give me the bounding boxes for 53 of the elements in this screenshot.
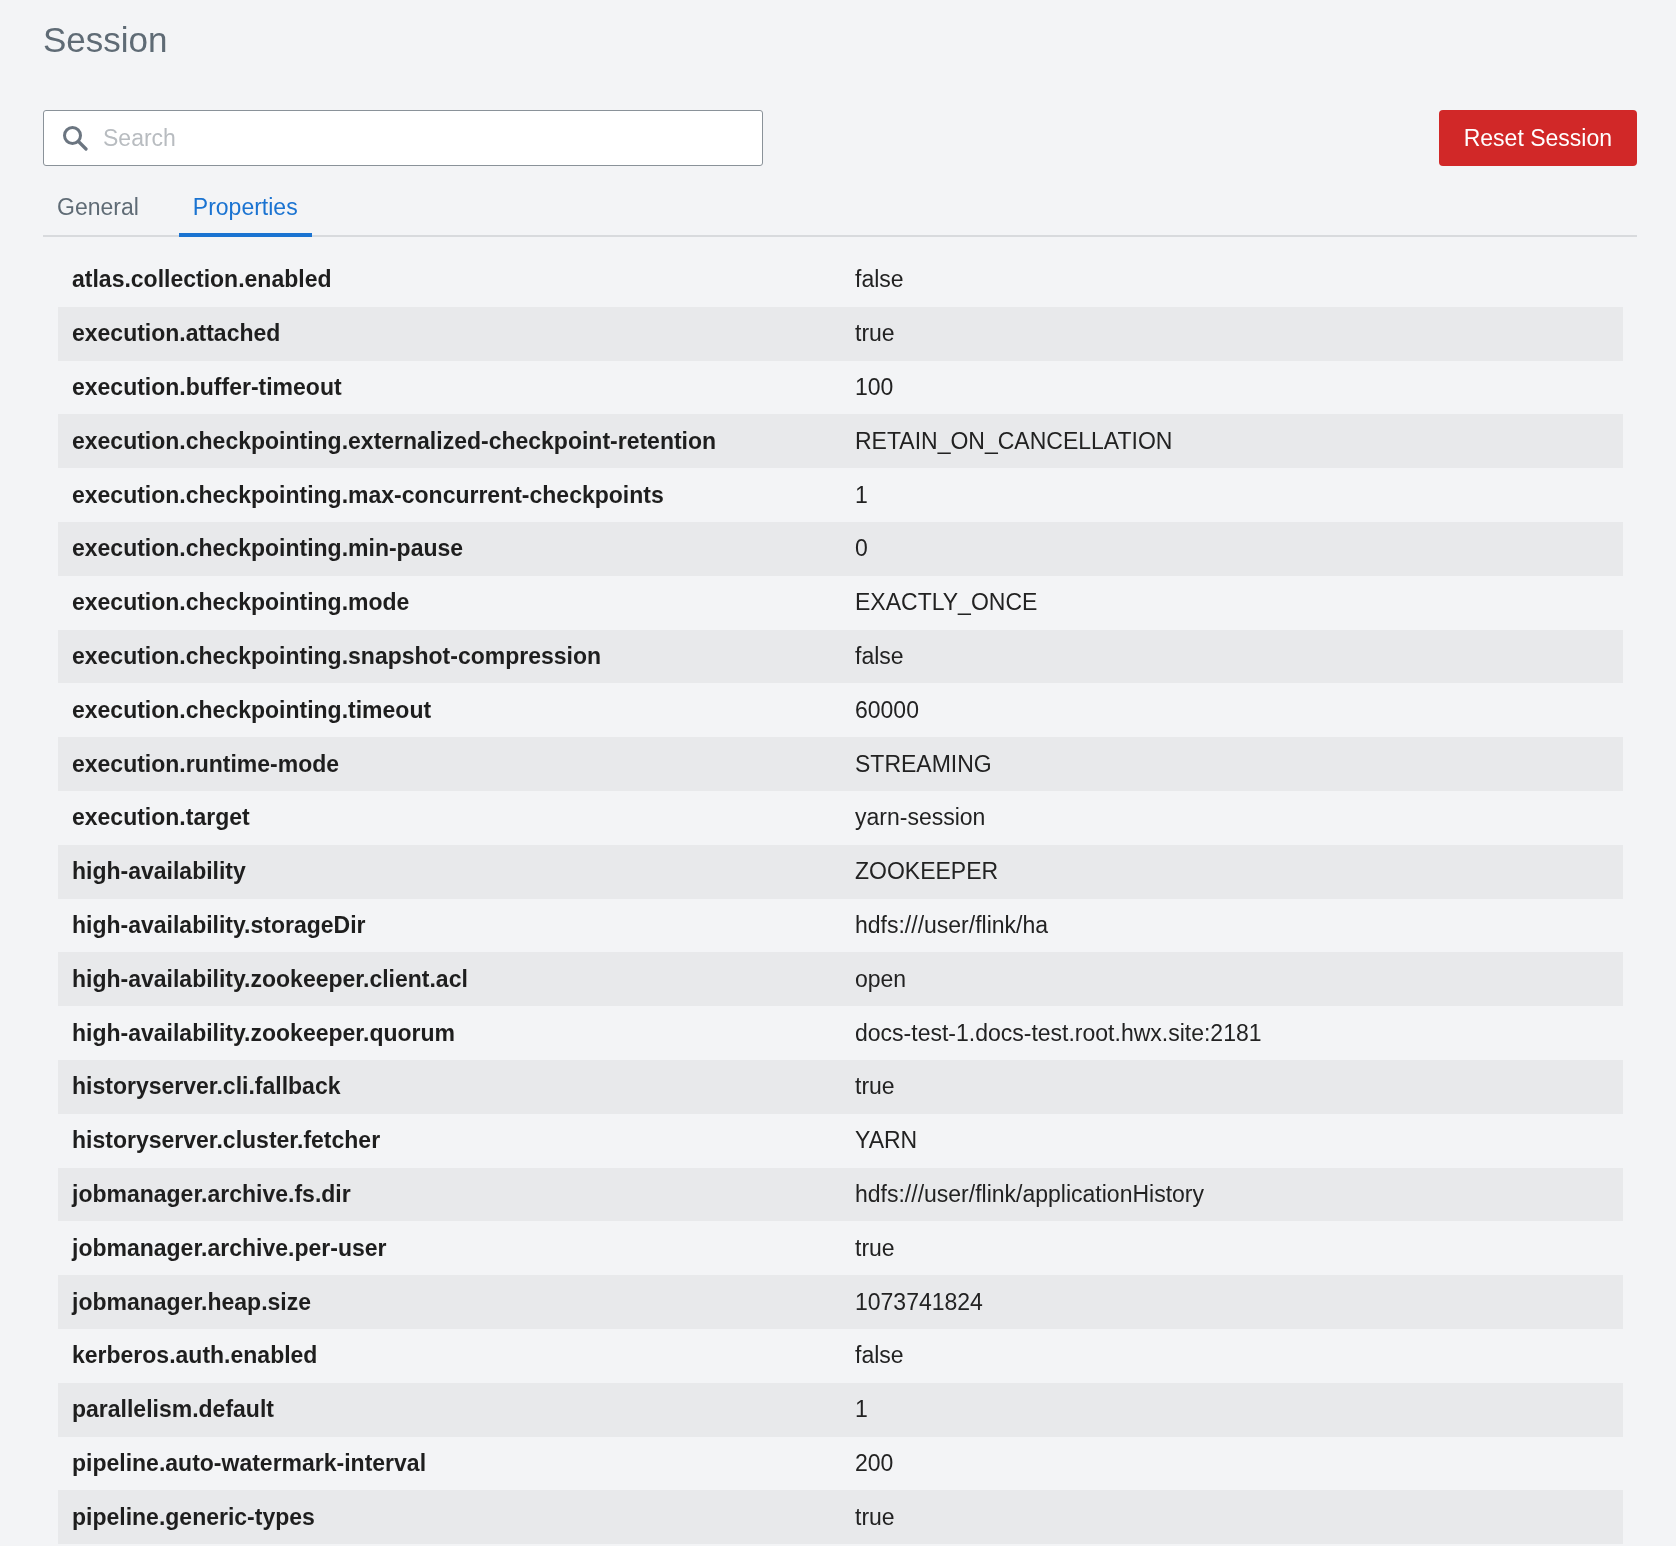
property-name: execution.checkpointing.mode — [72, 589, 411, 617]
property-value: 1073741824 — [855, 1288, 983, 1316]
property-name: jobmanager.archive.per-user — [72, 1234, 388, 1262]
property-name: pipeline.generic-types — [72, 1503, 316, 1531]
property-name: parallelism.default — [72, 1396, 275, 1424]
property-value: true — [855, 320, 895, 348]
property-name: pipeline.auto-watermark-interval — [72, 1449, 428, 1477]
property-value: true — [855, 1073, 895, 1101]
property-value: docs-test-1.docs-test.root.hwx.site:2181 — [855, 1019, 1262, 1047]
property-value: open — [855, 965, 907, 993]
property-value: EXACTLY_ONCE — [855, 589, 1038, 617]
property-name: execution.target — [72, 804, 251, 832]
property-value: STREAMING — [855, 750, 992, 778]
property-name: high-availability.zookeeper.client.acl — [72, 965, 469, 993]
property-value: false — [855, 1342, 904, 1370]
property-name: execution.checkpointing.min-pause — [72, 535, 465, 563]
property-name: execution.checkpointing.max-concurrent-checkpoints — [72, 481, 665, 509]
property-value: hdfs:///user/flink/applicationHistory — [855, 1180, 1204, 1208]
tab[interactable]: General — [43, 182, 153, 237]
property-name: historyserver.cli.fallback — [72, 1073, 342, 1101]
page-title: Session — [43, 19, 169, 61]
property-value: true — [855, 1234, 895, 1262]
property-value: 200 — [855, 1449, 894, 1477]
tab[interactable]: Properties — [178, 182, 312, 237]
property-name: high-availability — [72, 858, 247, 886]
property-value: 60000 — [855, 696, 919, 724]
search-field[interactable]: Search — [43, 110, 763, 166]
property-value: 100 — [855, 374, 894, 401]
property-name: execution.runtime-mode — [72, 750, 341, 778]
property-name: atlas.collection.enabled — [72, 266, 333, 294]
property-value: false — [855, 266, 904, 294]
property-name: execution.buffer-timeout — [72, 374, 343, 401]
property-value: ZOOKEEPER — [855, 858, 999, 886]
property-name: historyserver.cluster.fetcher — [72, 1127, 382, 1155]
property-name: high-availability.zookeeper.quorum — [72, 1019, 456, 1047]
property-value: yarn-session — [855, 804, 986, 832]
property-name: execution.checkpointing.timeout — [72, 696, 433, 724]
property-name: jobmanager.archive.fs.dir — [72, 1180, 352, 1208]
property-name: high-availability.storageDir — [72, 911, 367, 939]
property-value: hdfs:///user/flink/ha — [855, 911, 1049, 939]
property-value: 1 — [855, 1396, 868, 1424]
property-name: jobmanager.heap.size — [72, 1288, 313, 1316]
property-value: RETAIN_ON_CANCELLATION — [855, 427, 1173, 455]
reset-session-button[interactable]: Reset Session — [1438, 110, 1637, 166]
property-value: false — [855, 642, 904, 670]
property-name: kerberos.auth.enabled — [72, 1342, 319, 1370]
property-name: execution.checkpointing.snapshot-compression — [72, 642, 603, 670]
property-value: YARN — [855, 1127, 918, 1155]
property-value: true — [855, 1503, 895, 1531]
property-value: 0 — [855, 535, 868, 563]
property-name: execution.attached — [72, 320, 282, 348]
property-value: 1 — [855, 481, 868, 509]
property-name: execution.checkpointing.externalized-checkpoint-retention — [72, 427, 718, 455]
